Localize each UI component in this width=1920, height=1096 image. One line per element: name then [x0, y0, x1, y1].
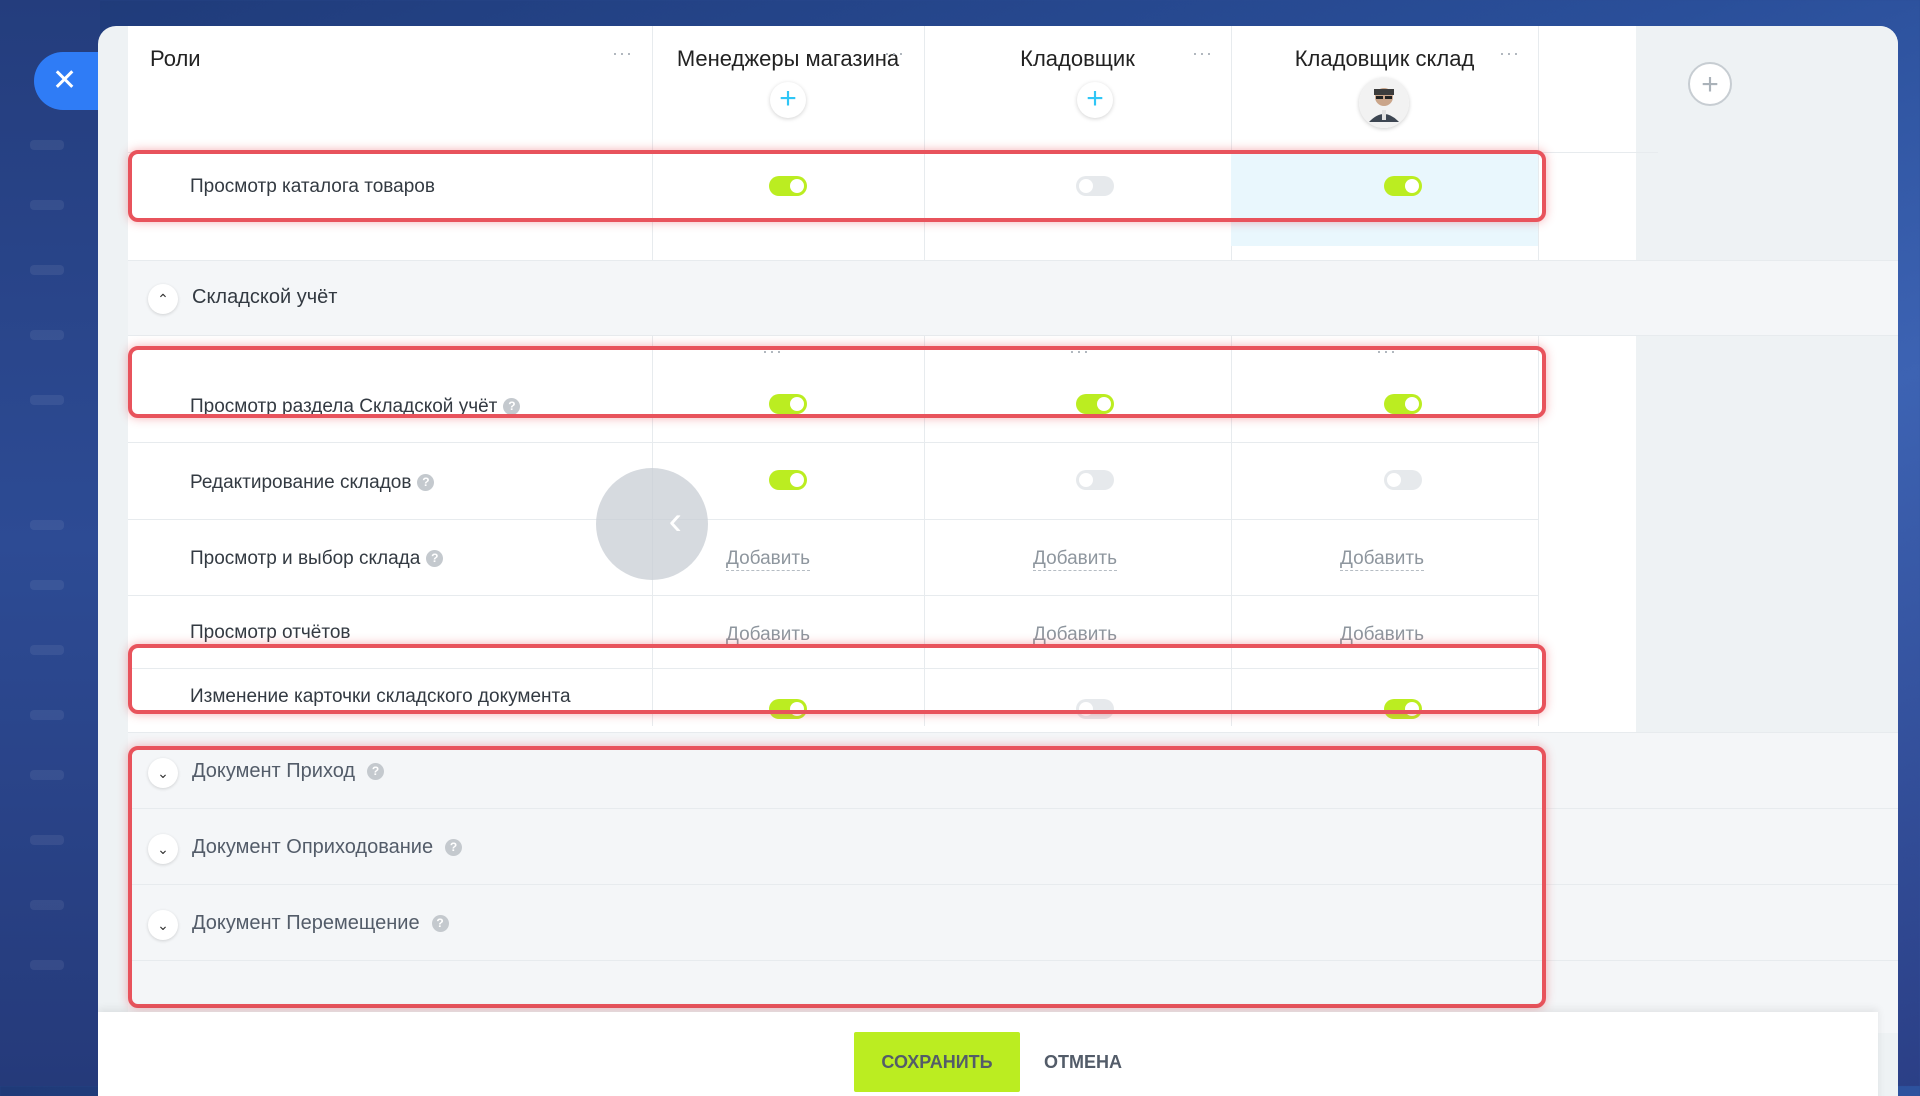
permissions-panel: Роли ··· Менеджеры магазина ··· + Кладов… [98, 26, 1898, 1096]
permission-label: Редактирование складов? [190, 472, 435, 494]
column-title-storekeeper-warehouse: Кладовщик склад [1294, 46, 1475, 71]
column-more-icon[interactable]: ··· [1499, 44, 1520, 62]
permission-toggle[interactable] [1384, 699, 1422, 719]
permission-toggle[interactable] [1076, 394, 1114, 414]
add-member-button[interactable]: + [770, 82, 806, 118]
permission-toggle[interactable] [769, 699, 807, 719]
help-icon[interactable]: ? [367, 763, 385, 781]
section-title[interactable]: Документ Оприходование? [192, 836, 463, 859]
help-icon[interactable]: ? [426, 550, 444, 568]
permission-toggle[interactable] [1076, 699, 1114, 719]
footer-bar: СОХРАНИТЬ ОТМЕНА [98, 1012, 1878, 1096]
help-icon[interactable]: ? [445, 839, 463, 857]
cancel-button[interactable]: ОТМЕНА [1044, 1032, 1122, 1092]
permission-toggle[interactable] [1384, 394, 1422, 414]
scroll-left-button[interactable]: ‹ [596, 468, 708, 580]
chevron-down-icon[interactable]: ⌄ [148, 910, 178, 940]
column-more-icon[interactable]: ··· [1192, 44, 1213, 62]
chevron-up-icon[interactable]: ⌃ [148, 284, 178, 314]
section-title[interactable]: Документ Перемещение? [192, 912, 449, 935]
user-avatar-icon [1359, 78, 1409, 128]
collapsed-sections [128, 733, 1898, 1033]
avatar[interactable] [1359, 78, 1409, 128]
add-role-button[interactable]: + [1688, 62, 1732, 106]
plus-icon: + [1701, 68, 1719, 101]
save-button[interactable]: СОХРАНИТЬ [854, 1032, 1020, 1092]
permission-label: Просмотр раздела Складской учёт? [190, 396, 521, 418]
help-icon[interactable]: ? [431, 915, 449, 933]
close-icon: ✕ [52, 64, 78, 97]
column-more-icon[interactable]: ··· [1069, 342, 1090, 360]
permission-toggle[interactable] [769, 394, 807, 414]
chevron-down-icon[interactable]: ⌄ [148, 758, 178, 788]
permission-label: Изменение карточки складского документа [190, 686, 571, 707]
column-more-icon[interactable]: ··· [884, 44, 905, 62]
chevron-left-icon: ‹ [668, 499, 682, 543]
column-more-icon[interactable]: ··· [762, 342, 783, 360]
roles-more-icon[interactable]: ··· [612, 44, 633, 62]
plus-icon: + [779, 82, 797, 115]
plus-icon: + [1086, 82, 1104, 115]
column-more-icon[interactable]: ··· [1376, 342, 1397, 360]
section-header-stock[interactable] [128, 261, 1898, 335]
add-access-link[interactable]: Добавить [726, 624, 810, 647]
permission-label: Просмотр отчётов [190, 622, 351, 643]
permission-toggle[interactable] [1384, 176, 1422, 196]
selected-cell [1231, 154, 1538, 246]
section-title[interactable]: Документ Приход? [192, 760, 385, 783]
add-member-button[interactable]: + [1077, 82, 1113, 118]
column-title-storekeeper: Кладовщик [1020, 46, 1135, 71]
help-icon[interactable]: ? [503, 398, 521, 416]
permission-toggle[interactable] [769, 176, 807, 196]
permission-toggle[interactable] [1076, 176, 1114, 196]
section-title: Складской учёт [192, 286, 338, 308]
add-access-link[interactable]: Добавить [1033, 624, 1117, 647]
background-sidebar [0, 0, 100, 1086]
chevron-down-icon[interactable]: ⌄ [148, 834, 178, 864]
permission-toggle[interactable] [769, 470, 807, 490]
add-access-link[interactable]: Добавить [1033, 548, 1117, 571]
permission-label: Просмотр и выбор склада? [190, 548, 444, 570]
permission-toggle[interactable] [1076, 470, 1114, 490]
add-access-link[interactable]: Добавить [1340, 624, 1424, 647]
permissions-table: Роли ··· Менеджеры магазина ··· + Кладов… [128, 26, 1898, 1033]
add-access-link[interactable]: Добавить [726, 548, 810, 571]
permission-label: Просмотр каталога товаров [190, 176, 435, 197]
help-icon[interactable]: ? [417, 474, 435, 492]
add-access-link[interactable]: Добавить [1340, 548, 1424, 571]
permission-toggle[interactable] [1384, 470, 1422, 490]
roles-header-label: Роли [150, 46, 201, 71]
